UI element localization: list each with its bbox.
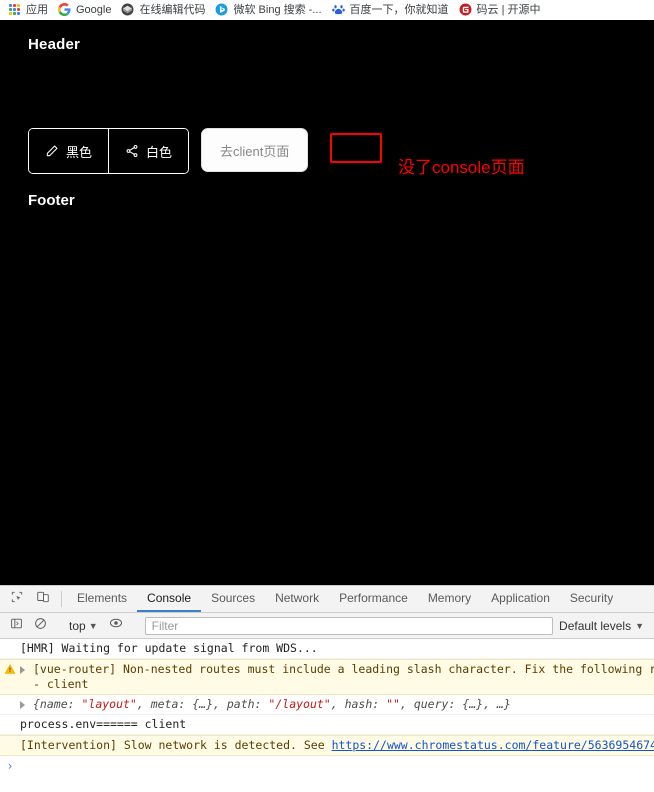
console-message-intervention: [Intervention] Slow network is detected.… — [0, 735, 654, 756]
log-levels-selector[interactable]: Default levels ▼ — [559, 619, 650, 633]
console-message-list[interactable]: [HMR] Waiting for update signal from WDS… — [0, 639, 654, 792]
inspect-element-button[interactable] — [4, 586, 30, 612]
execution-context-label: top — [69, 618, 86, 633]
object-value-path: "/layout" — [268, 697, 331, 711]
expand-triangle-icon[interactable] — [20, 701, 30, 709]
bookmark-label: 微软 Bing 搜索 -... — [233, 3, 322, 16]
console-message-object: {name: "layout", meta: {…}, path: "/layo… — [0, 695, 654, 715]
toolbar-divider — [61, 591, 62, 607]
inspect-cursor-icon — [10, 590, 24, 609]
bing-icon — [215, 3, 228, 16]
bookmarks-bar: 应用 Google 在线编辑代码 微软 Bing 搜索 -... 百度一下，你就… — [0, 0, 654, 20]
message-text: {name: "layout", meta: {…}, path: "/layo… — [33, 697, 654, 712]
console-sidebar-toggle-button[interactable] — [4, 614, 28, 638]
chromestatus-link[interactable]: https://www.chromestatus.com/feature/563… — [332, 738, 654, 752]
button-row: 黑色 白色 去client页面 — [28, 128, 383, 174]
message-gutter — [0, 717, 20, 718]
message-gutter — [0, 697, 20, 698]
eye-icon — [109, 616, 123, 635]
page-footer-title: Footer — [28, 192, 75, 209]
pencil-icon — [45, 144, 59, 158]
warning-icon — [0, 662, 20, 675]
tab-console[interactable]: Console — [137, 586, 202, 612]
page-viewport: Header 黑色 白色 去client页面 没了console页面 Foote… — [0, 20, 654, 585]
bookmark-label: 在线编辑代码 — [139, 3, 206, 16]
devtools-tabbar: Elements Console Sources Network Perform… — [0, 586, 654, 613]
message-text: [HMR] Waiting for update signal from WDS… — [20, 641, 318, 655]
live-expression-button[interactable] — [104, 614, 128, 638]
apps-grid-icon — [8, 3, 21, 16]
annotation-highlight-box — [330, 133, 383, 163]
object-mid-1: , meta: {…}, path: — [136, 697, 269, 711]
black-color-label: 黑色 — [66, 144, 93, 160]
console-filter-bar: top ▼ Default levels ▼ — [0, 613, 654, 639]
gitee-icon — [459, 3, 472, 16]
google-icon — [58, 3, 71, 16]
expand-triangle-icon[interactable] — [20, 666, 30, 674]
bookmark-label: 码云 | 开源中 — [476, 3, 541, 16]
bookmark-gitee[interactable]: 码云 | 开源中 — [455, 2, 547, 17]
object-suffix: , query: {…}, …} — [399, 697, 511, 711]
log-levels-label: Default levels — [559, 618, 632, 633]
object-mid-2: , hash: — [330, 697, 387, 711]
intervention-prefix: [Intervention] Slow network is detected.… — [20, 738, 332, 752]
codepen-icon — [121, 3, 134, 16]
chevron-down-icon: ▼ — [635, 620, 644, 631]
baidu-icon — [331, 3, 345, 16]
object-value-name: "layout" — [81, 697, 137, 711]
bookmark-label: 百度一下，你就知道 — [349, 3, 449, 16]
console-prompt-chevron-icon: › — [6, 759, 14, 773]
share-icon — [125, 144, 139, 158]
message-gutter — [0, 641, 20, 642]
tab-security[interactable]: Security — [560, 586, 623, 612]
bookmark-google[interactable]: Google — [54, 2, 117, 17]
tab-sources[interactable]: Sources — [201, 586, 265, 612]
devtools-panel: Elements Console Sources Network Perform… — [0, 585, 654, 792]
message-text: [Intervention] Slow network is detected.… — [20, 738, 654, 753]
device-toolbar-toggle-button[interactable] — [30, 586, 56, 612]
console-message: [HMR] Waiting for update signal from WDS… — [0, 639, 654, 659]
sidebar-panel-icon — [10, 617, 23, 635]
object-value-hash: "" — [386, 697, 400, 711]
tab-network[interactable]: Network — [265, 586, 329, 612]
object-prefix: {name: — [33, 697, 82, 711]
bookmark-baidu[interactable]: 百度一下，你就知道 — [328, 2, 455, 17]
clear-console-button[interactable] — [28, 614, 52, 638]
tab-performance[interactable]: Performance — [329, 586, 418, 612]
console-message-warning: [vue-router] Non-nested routes must incl… — [0, 659, 654, 695]
message-text: [vue-router] Non-nested routes must incl… — [33, 662, 654, 692]
execution-context-selector[interactable]: top ▼ — [63, 619, 104, 633]
message-text: process.env====== client — [20, 717, 187, 731]
console-filter-input[interactable] — [144, 616, 554, 635]
chevron-down-icon: ▼ — [88, 620, 98, 631]
message-gutter — [0, 738, 20, 739]
warning-line-1: [vue-router] Non-nested routes must incl… — [33, 662, 654, 676]
bookmark-bing[interactable]: 微软 Bing 搜索 -... — [211, 2, 327, 17]
bookmark-label: 应用 — [26, 3, 48, 16]
black-color-button[interactable]: 黑色 — [29, 129, 110, 173]
console-message: process.env====== client — [0, 715, 654, 735]
tab-memory[interactable]: Memory — [418, 586, 481, 612]
clear-console-icon — [34, 617, 47, 635]
tab-elements[interactable]: Elements — [67, 586, 137, 612]
bookmark-codepen[interactable]: 在线编辑代码 — [117, 2, 211, 17]
annotation-text: 没了console页面 — [398, 158, 525, 177]
white-color-button[interactable]: 白色 — [109, 129, 189, 173]
console-prompt-row[interactable]: › — [0, 756, 654, 773]
device-toolbar-icon — [36, 590, 50, 609]
tab-application[interactable]: Application — [481, 586, 560, 612]
page-header-title: Header — [28, 36, 81, 53]
bookmark-apps[interactable]: 应用 — [4, 2, 54, 17]
segmented-button-group: 黑色 白色 — [28, 128, 190, 174]
bookmark-label: Google — [76, 3, 112, 16]
white-color-label: 白色 — [146, 144, 173, 160]
warning-line-2: - client — [33, 677, 89, 691]
go-client-page-button[interactable]: 去client页面 — [201, 128, 309, 172]
